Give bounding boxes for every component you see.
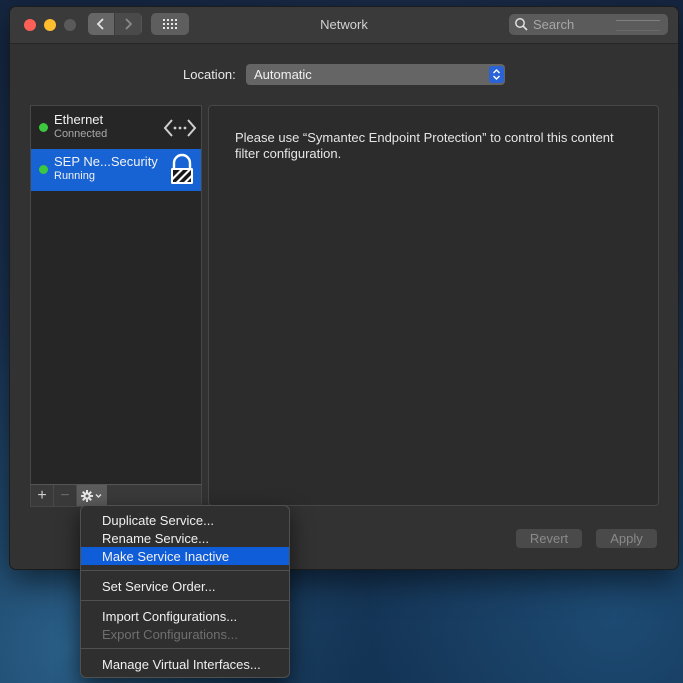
- remove-service-button[interactable]: −: [54, 485, 77, 506]
- menu-item-label: Manage Virtual Interfaces...: [102, 657, 261, 672]
- search-placeholder: Search: [533, 17, 575, 32]
- title-bar: Network Search: [10, 7, 678, 44]
- action-menu-button[interactable]: [77, 485, 107, 506]
- menu-item-label: Import Configurations...: [102, 609, 238, 624]
- network-preferences-window: Network Search Location: Automatic Ether…: [10, 7, 678, 569]
- ethernet-arrows-icon: [163, 119, 197, 137]
- location-label: Location:: [183, 67, 236, 82]
- action-menu: Duplicate Service... Rename Service... M…: [80, 505, 290, 678]
- dropdown-arrows-icon: [489, 66, 504, 83]
- menu-item-label: Make Service Inactive: [102, 549, 230, 564]
- status-indicator: [39, 123, 48, 132]
- menu-item-label: Export Configurations...: [102, 627, 238, 642]
- service-name: SEP Ne...Security: [54, 154, 158, 169]
- menu-item-manage-virtual-interfaces[interactable]: Manage Virtual Interfaces...: [81, 655, 289, 673]
- menu-item-duplicate-service[interactable]: Duplicate Service...: [81, 511, 289, 529]
- service-item-ethernet[interactable]: Ethernet Connected: [31, 107, 201, 149]
- menu-item-label: Duplicate Service...: [102, 513, 214, 528]
- revert-button[interactable]: Revert: [516, 529, 582, 548]
- service-item-sep-network-security[interactable]: SEP Ne...Security Running: [31, 149, 201, 191]
- menu-item-label: Set Service Order...: [102, 579, 216, 594]
- service-list: Ethernet Connected SEP Ne...Security Run…: [30, 105, 202, 486]
- service-status: Running: [54, 170, 95, 182]
- search-field[interactable]: Search: [509, 14, 668, 35]
- service-name: Ethernet: [54, 112, 104, 127]
- gear-icon: [81, 489, 102, 502]
- service-details-panel: Please use “Symantec Endpoint Protection…: [208, 105, 659, 506]
- location-dropdown[interactable]: Automatic: [246, 64, 505, 85]
- menu-item-rename-service[interactable]: Rename Service...: [81, 529, 289, 547]
- add-service-button[interactable]: +: [31, 485, 54, 506]
- menu-item-set-service-order[interactable]: Set Service Order...: [81, 577, 289, 595]
- search-icon: [515, 18, 528, 31]
- lock-icon: [171, 153, 193, 184]
- service-status: Connected: [54, 128, 108, 140]
- menu-separator: [81, 648, 289, 649]
- service-list-toolbar: + −: [30, 484, 202, 507]
- content-filter-message: Please use “Symantec Endpoint Protection…: [235, 130, 614, 161]
- menu-item-import-configurations[interactable]: Import Configurations...: [81, 607, 289, 625]
- menu-item-label: Rename Service...: [102, 531, 209, 546]
- status-indicator: [39, 165, 48, 174]
- search-field-decoration: [616, 20, 660, 31]
- menu-item-export-configurations: Export Configurations...: [81, 625, 289, 643]
- location-value: Automatic: [254, 67, 312, 82]
- apply-button[interactable]: Apply: [596, 529, 657, 548]
- menu-separator: [81, 570, 289, 571]
- chevron-down-icon: [95, 493, 102, 498]
- menu-separator: [81, 600, 289, 601]
- menu-item-make-service-inactive[interactable]: Make Service Inactive: [81, 547, 289, 565]
